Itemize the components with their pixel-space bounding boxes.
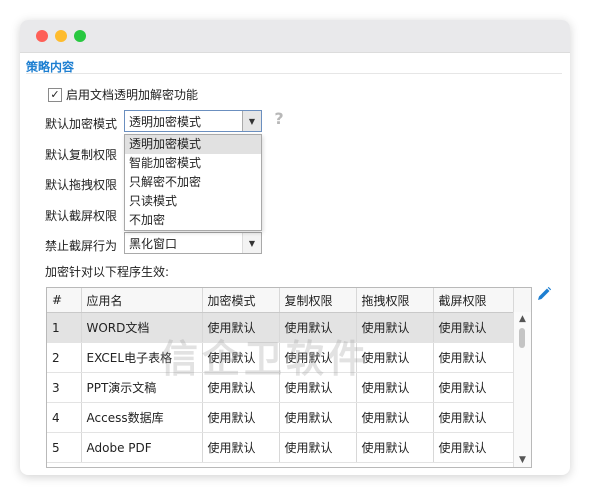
block-screenshot-select[interactable]: 黑化窗口 ▼ (124, 232, 262, 254)
table-row[interactable]: 4 Access数据库 使用默认 使用默认 使用默认 使用默认 (47, 402, 516, 433)
scroll-down-icon[interactable]: ▼ (514, 453, 531, 467)
encrypt-mode-option[interactable]: 智能加密模式 (125, 154, 261, 173)
column-header[interactable]: # (47, 288, 82, 313)
table-cell: 使用默认 (356, 432, 434, 463)
table-cell: Adobe PDF (81, 432, 203, 463)
table-cell: 使用默认 (356, 402, 434, 433)
column-header[interactable]: 截屏权限 (433, 288, 516, 313)
table-cell: 3 (47, 372, 82, 403)
screenshot-permission-label: 默认截屏权限 (45, 209, 118, 223)
block-screenshot-value: 黑化窗口 (129, 236, 178, 251)
encrypt-mode-label: 默认加密模式 (45, 117, 118, 131)
table-row[interactable]: 1 WORD文档 使用默认 使用默认 使用默认 使用默认 (47, 312, 516, 343)
table-cell: Access数据库 (81, 402, 203, 433)
table-cell: 5 (47, 432, 82, 463)
encrypt-mode-option[interactable]: 只解密不加密 (125, 173, 261, 192)
table-cell: 4 (47, 402, 82, 433)
encrypt-mode-option[interactable]: 透明加密模式 (125, 135, 261, 154)
table-cell: 使用默认 (279, 372, 357, 403)
column-header[interactable]: 拖拽权限 (356, 288, 434, 313)
table-cell: 1 (47, 312, 82, 343)
column-header[interactable]: 复制权限 (279, 288, 357, 313)
help-icon[interactable]: ? (270, 110, 288, 128)
table-cell: 使用默认 (433, 342, 516, 373)
table-cell: 使用默认 (279, 432, 357, 463)
table-cell: 使用默认 (433, 312, 516, 343)
enable-encryption-checkbox[interactable]: ✓ (48, 87, 62, 102)
table-row[interactable]: 3 PPT演示文稿 使用默认 使用默认 使用默认 使用默认 (47, 372, 516, 403)
table-row[interactable]: 2 EXCEL电子表格 使用默认 使用默认 使用默认 使用默认 (47, 342, 516, 373)
encrypt-mode-select[interactable]: 透明加密模式 ▼ (124, 110, 262, 132)
drag-permission-label: 默认拖拽权限 (45, 178, 118, 192)
table-cell: 使用默认 (279, 402, 357, 433)
table-cell: 使用默认 (356, 372, 434, 403)
table-cell: EXCEL电子表格 (81, 342, 203, 373)
minimize-window-button[interactable] (55, 30, 67, 42)
column-header[interactable]: 加密模式 (202, 288, 280, 313)
table-cell: 使用默认 (356, 342, 434, 373)
scrollbar-thumb[interactable] (519, 328, 525, 348)
encrypt-mode-option[interactable]: 不加密 (125, 211, 261, 230)
chevron-down-icon[interactable]: ▼ (242, 111, 261, 131)
chevron-down-icon[interactable]: ▼ (242, 233, 261, 253)
table-cell: 使用默认 (433, 432, 516, 463)
scroll-up-icon[interactable]: ▲ (514, 312, 531, 326)
enable-encryption-label: 启用文档透明加解密功能 (66, 88, 199, 102)
section-divider (26, 73, 562, 74)
encrypt-mode-value: 透明加密模式 (129, 114, 202, 129)
table-cell: PPT演示文稿 (81, 372, 203, 403)
table-cell: 使用默认 (202, 402, 280, 433)
program-table: # 应用名 加密模式 复制权限 拖拽权限 截屏权限 1 WORD文档 使用默认 使用默认 使用默认… (46, 287, 532, 468)
table-cell: 使用默认 (202, 312, 280, 343)
table-header-filler (513, 288, 531, 313)
block-screenshot-label: 禁止截屏行为 (45, 239, 118, 253)
table-cell: 使用默认 (356, 312, 434, 343)
table-scrollbar[interactable]: ▲ ▼ (513, 312, 531, 467)
table-title: 加密针对以下程序生效: (45, 265, 170, 279)
table-cell: 使用默认 (279, 312, 357, 343)
table-cell: 使用默认 (279, 342, 357, 373)
copy-permission-label: 默认复制权限 (45, 148, 118, 162)
table-cell: 2 (47, 342, 82, 373)
encrypt-mode-option[interactable]: 只读模式 (125, 192, 261, 211)
encrypt-mode-dropdown: 透明加密模式 智能加密模式 只解密不加密 只读模式 不加密 (124, 134, 262, 231)
pencil-edit-icon[interactable] (536, 286, 552, 302)
table-cell: 使用默认 (202, 342, 280, 373)
maximize-window-button[interactable] (74, 30, 86, 42)
column-header[interactable]: 应用名 (81, 288, 203, 313)
table-cell: WORD文档 (81, 312, 203, 343)
table-cell: 使用默认 (202, 372, 280, 403)
table-cell: 使用默认 (433, 372, 516, 403)
title-bar (20, 20, 570, 53)
policy-window: 策略内容 ✓ 启用文档透明加解密功能 默认加密模式 透明加密模式 ▼ ? 透明加… (20, 20, 570, 475)
table-cell: 使用默认 (202, 432, 280, 463)
table-header-row: # 应用名 加密模式 复制权限 拖拽权限 截屏权限 (47, 288, 516, 313)
table-cell: 使用默认 (433, 402, 516, 433)
enable-encryption-row[interactable]: ✓ 启用文档透明加解密功能 (48, 86, 198, 103)
close-window-button[interactable] (36, 30, 48, 42)
table-row[interactable]: 5 Adobe PDF 使用默认 使用默认 使用默认 使用默认 (47, 432, 516, 463)
